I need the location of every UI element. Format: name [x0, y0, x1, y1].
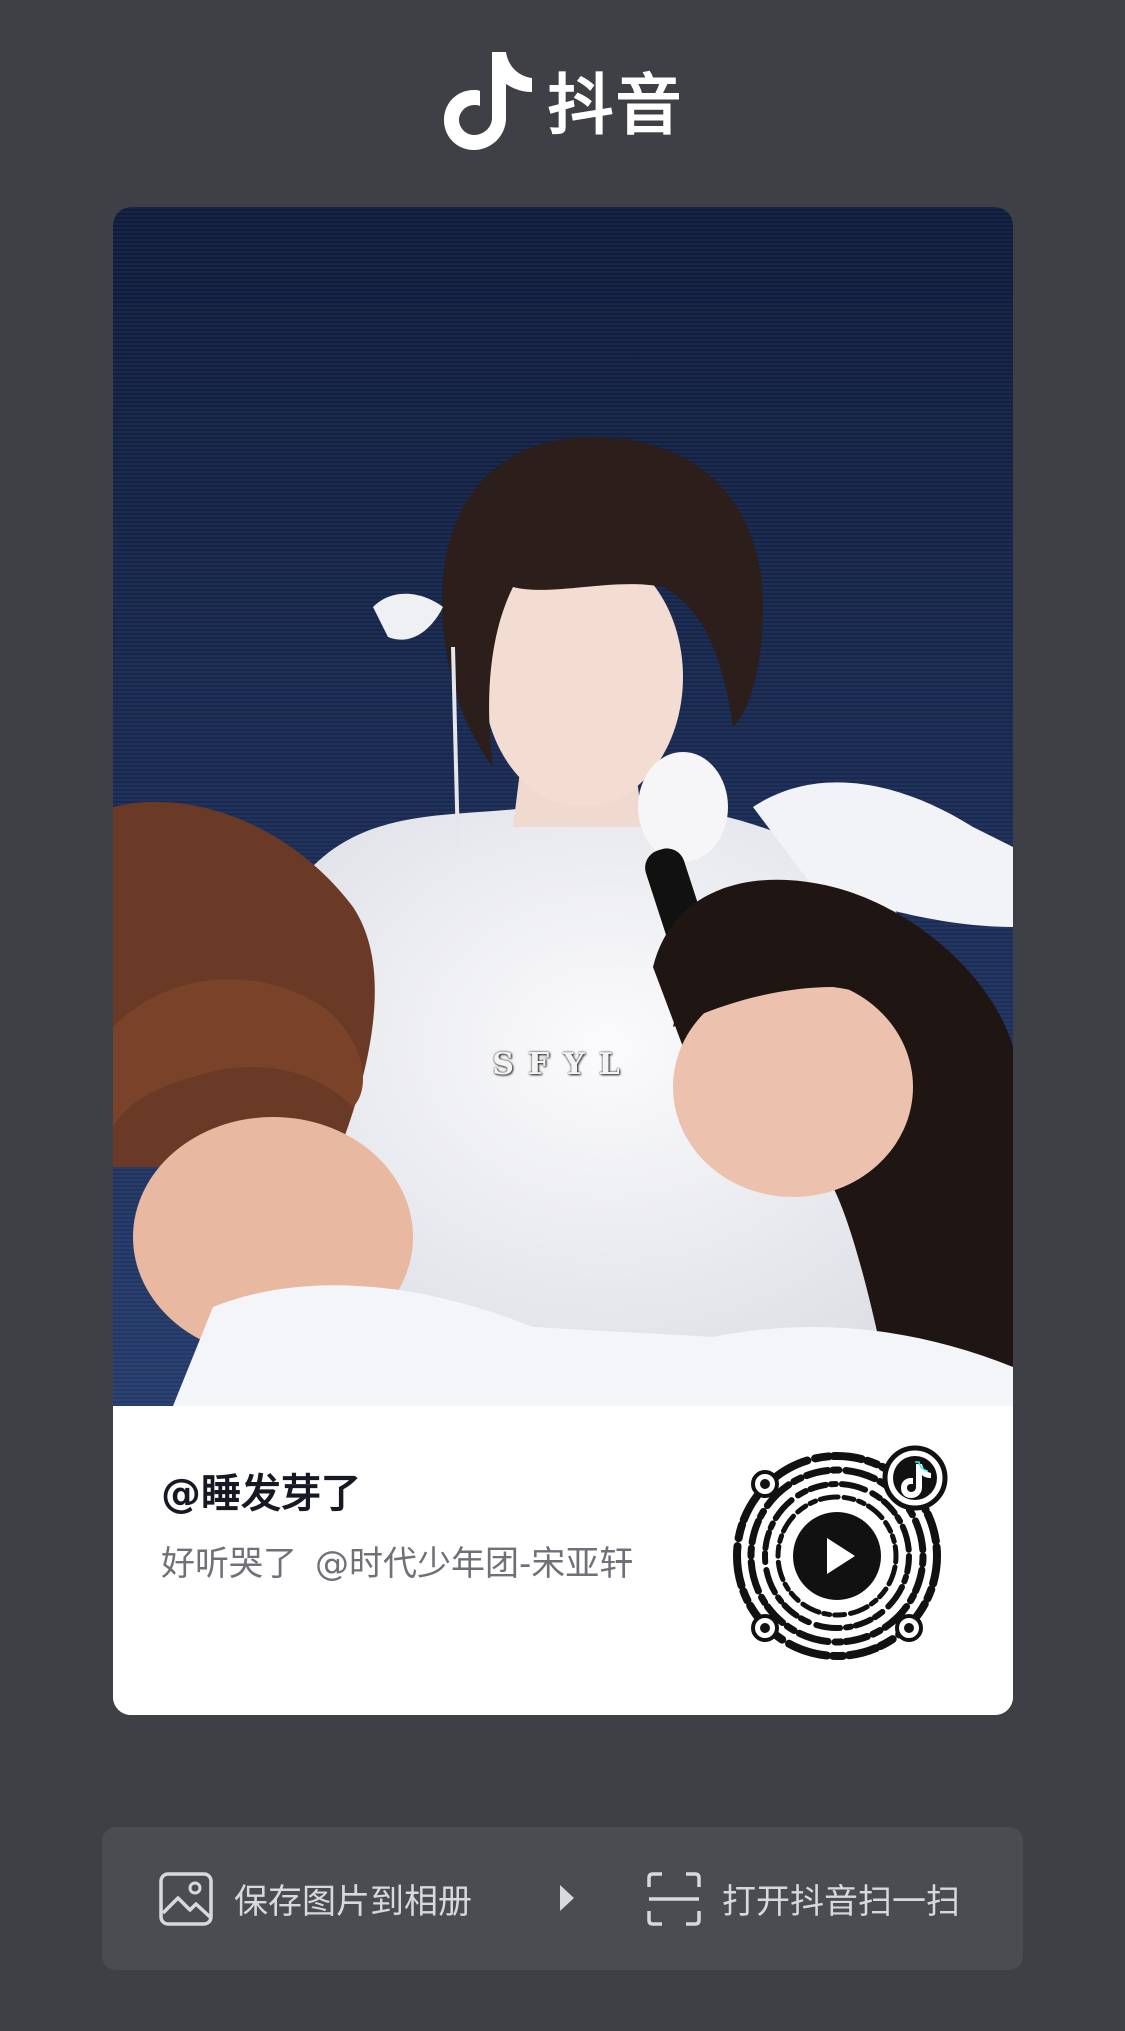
video-watermark: SFYL — [492, 1047, 634, 1082]
video-caption: 好听哭了 @时代少年团-宋亚轩 — [161, 1536, 633, 1585]
author-username: @睡发芽了 — [161, 1471, 361, 1517]
scan-icon — [646, 1871, 702, 1927]
douyin-note-icon — [442, 48, 534, 152]
brand: 抖音 — [442, 48, 684, 152]
image-icon — [158, 1871, 214, 1927]
header: 抖音 — [0, 0, 1125, 200]
save-image-button[interactable]: 保存图片到相册 — [158, 1827, 472, 1970]
card-info: @睡发芽了 好听哭了 @时代少年团-宋亚轩 — [113, 1406, 1013, 1715]
triangle-right-icon — [557, 1882, 577, 1918]
caption-mention: @时代少年团-宋亚轩 — [315, 1544, 634, 1584]
scan-button[interactable]: 打开抖音扫一扫 — [646, 1827, 960, 1970]
scan-label: 打开抖音扫一扫 — [722, 1882, 960, 1922]
brand-name: 抖音 — [547, 67, 684, 144]
qr-code[interactable] — [729, 1444, 961, 1676]
save-image-label: 保存图片到相册 — [234, 1882, 472, 1922]
share-card: SFYL @睡发芽了 好听哭了 @时代少年团-宋亚轩 — [113, 207, 1013, 1715]
caption-text: 好听哭了 — [161, 1544, 297, 1584]
action-bar: 保存图片到相册 打开抖音扫一扫 — [102, 1827, 1023, 1970]
video-cover-photo: SFYL — [113, 207, 1013, 1406]
